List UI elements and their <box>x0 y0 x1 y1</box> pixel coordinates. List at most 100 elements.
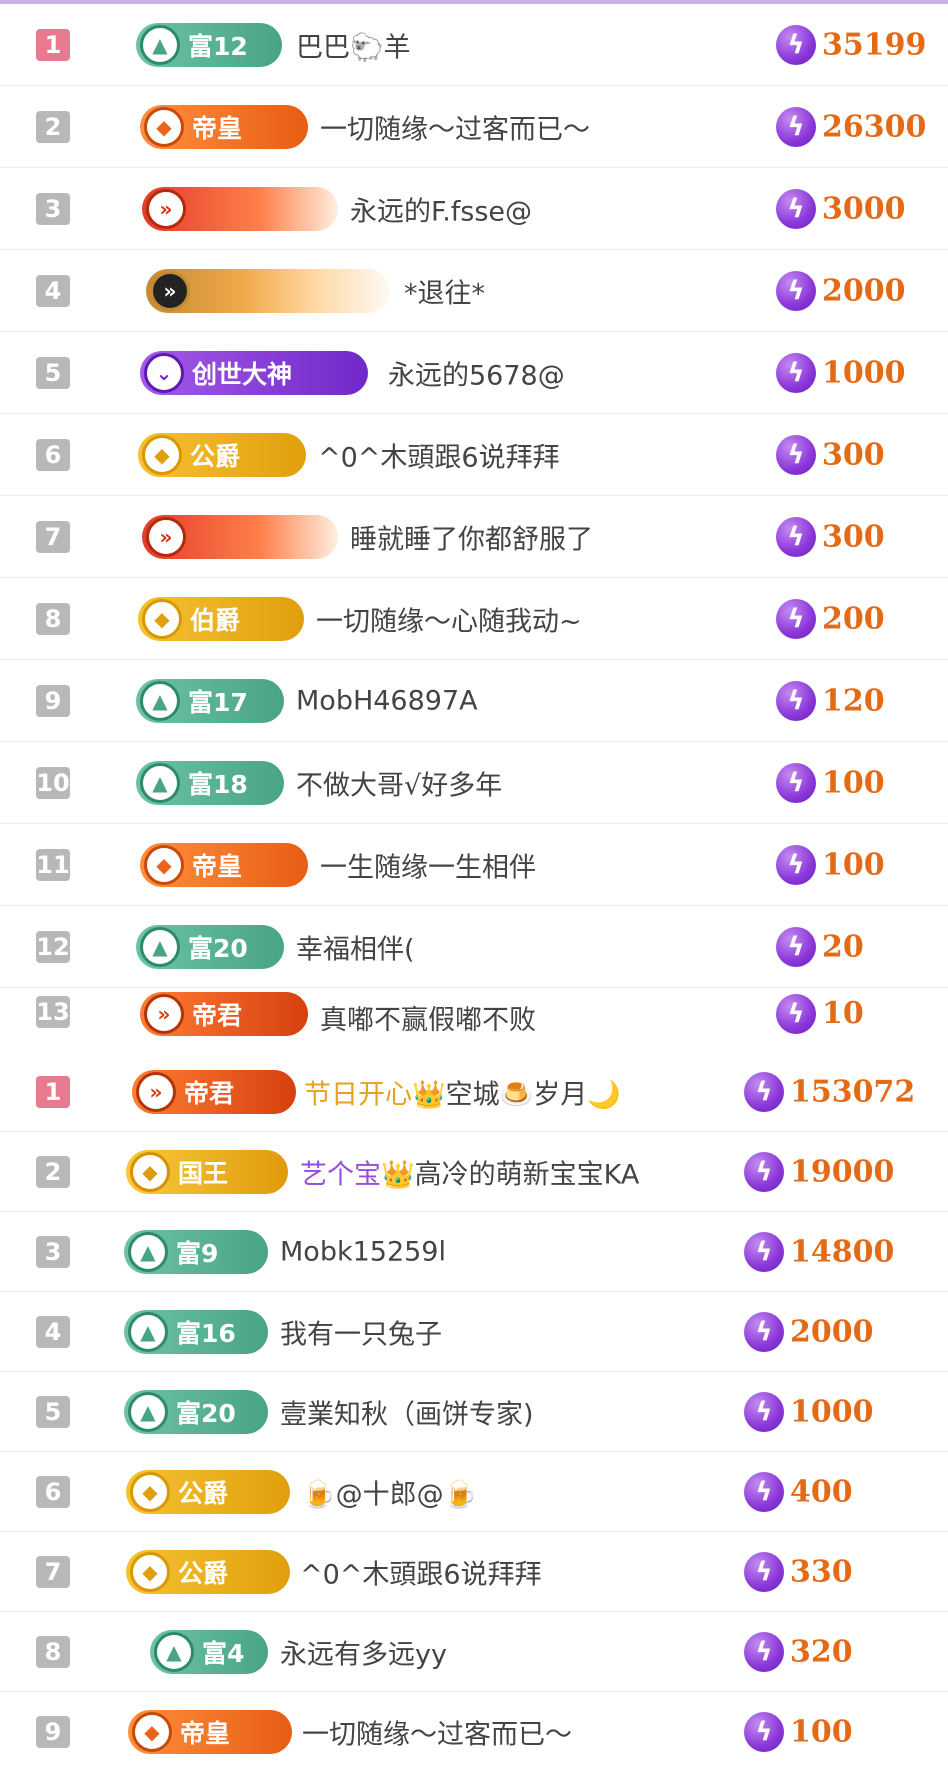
list-item[interactable]: 4 » *退往* ϟ 2000 <box>0 250 948 332</box>
rank-number: 8 <box>36 602 70 635</box>
lightning-coin-icon: ϟ <box>744 1712 784 1752</box>
user-name: Mobk15259l <box>280 1236 446 1267</box>
contribution-value: 1000 <box>822 355 906 390</box>
level-badge: ◆ 帝皇 <box>128 1710 292 1754</box>
list-item[interactable]: 1 ▲ 富12 巴巴🐑羊 ϟ 35199 <box>0 4 948 86</box>
list-item[interactable]: 10 ▲ 富18 不做大哥√好多年 ϟ 100 <box>0 742 948 824</box>
rank-number: 9 <box>36 1716 70 1748</box>
level-badge: ▲ 富20 <box>124 1389 268 1434</box>
list-item[interactable]: 7 ◆ 公爵 ^0^木頭跟6说拜拜 ϟ 330 <box>0 1532 948 1612</box>
chevron-down-icon: ⌄ <box>144 352 184 393</box>
rank-number: 1 <box>36 1075 70 1108</box>
lightning-coin-icon: ϟ <box>776 994 816 1034</box>
user-name: 不做大哥√好多年 <box>296 770 503 801</box>
triangle-level-icon: ▲ <box>128 1231 168 1272</box>
list-item[interactable]: 1 » 帝君 节日开心👑空城🍮岁月🌙 ϟ 153072 <box>0 1052 948 1132</box>
lightning-coin-icon: ϟ <box>776 516 816 557</box>
list-item[interactable]: 7 » 睡就睡了你都舒服了 ϟ 300 <box>0 496 948 578</box>
level-badge: ◆ 国王 <box>126 1149 288 1194</box>
list-item[interactable]: 5 ⌄ 创世大神 永远的5678@ ϟ 1000 <box>0 332 948 414</box>
lightning-coin-icon: ϟ <box>776 352 816 393</box>
lightning-coin-icon: ϟ <box>776 270 816 311</box>
list-item[interactable]: 11 ◆ 帝皇 一生随缘一生相伴 ϟ 100 <box>0 824 948 906</box>
user-name: ^0^木頭跟6说拜拜 <box>318 442 560 473</box>
level-badge: ◆ 帝皇 <box>140 842 308 887</box>
rank-number: 7 <box>36 1555 70 1588</box>
ranking-list-1: 1 ▲ 富12 巴巴🐑羊 ϟ 35199 2 ◆ 帝皇 一切随缘～过客而已～ ϟ 2… <box>0 4 948 1040</box>
user-name: 🍺@十郎@🍺 <box>302 1479 478 1510</box>
list-item[interactable]: 4 ▲ 富16 我有一只兔子 ϟ 2000 <box>0 1292 948 1372</box>
list-item[interactable]: 3 ▲ 富9 Mobk15259l ϟ 14800 <box>0 1212 948 1292</box>
level-badge: ◆ 公爵 <box>138 432 306 477</box>
list-item[interactable]: 6 ◆ 公爵 ^0^木頭跟6说拜拜 ϟ 300 <box>0 414 948 496</box>
triangle-level-icon: ▲ <box>128 1391 168 1432</box>
level-badge: ▲ 富16 <box>124 1309 268 1354</box>
rank-number: 12 <box>36 930 70 963</box>
user-name: 一切随缘～过客而已～ <box>302 1719 572 1751</box>
list-item[interactable]: 3 » 永远的F.fsse@ ϟ 3000 <box>0 168 948 250</box>
contribution-value: 20 <box>822 929 864 964</box>
diamond-emblem-icon: ◆ <box>130 1151 170 1192</box>
contribution-value: 26300 <box>822 109 927 144</box>
list-item[interactable]: 5 ▲ 富20 壹業知秋（画饼专家) ϟ 1000 <box>0 1372 948 1452</box>
list-item[interactable]: 2 ◆ 帝皇 一切随缘～过客而已～ ϟ 26300 <box>0 86 948 168</box>
level-badge: » <box>142 514 338 559</box>
level-badge: ◆ 公爵 <box>126 1549 290 1594</box>
list-item[interactable]: 2 ◆ 国王 艺个宝👑高冷的萌新宝宝KA ϟ 19000 <box>0 1132 948 1212</box>
lightning-coin-icon: ϟ <box>744 1551 784 1592</box>
list-item[interactable]: 13 » 帝君 真嘟不赢假嘟不败 ϟ 10 <box>0 988 948 1040</box>
double-chevron-icon: » <box>146 188 186 229</box>
lightning-coin-icon: ϟ <box>776 598 816 639</box>
rank-number: 9 <box>36 684 70 717</box>
contribution-value: 153072 <box>790 1074 916 1109</box>
rank-number: 10 <box>36 766 70 799</box>
lightning-coin-icon: ϟ <box>744 1311 784 1352</box>
rank-number: 13 <box>36 996 70 1028</box>
level-badge: ◆ 帝皇 <box>140 104 308 149</box>
lightning-coin-icon: ϟ <box>744 1631 784 1672</box>
rank-number: 6 <box>36 1475 70 1508</box>
triangle-level-icon: ▲ <box>140 24 180 65</box>
user-name: 一生随缘一生相伴 <box>320 852 536 883</box>
list-item[interactable]: 6 ◆ 公爵 🍺@十郎@🍺 ϟ 400 <box>0 1452 948 1532</box>
rank-number: 1 <box>36 28 70 61</box>
level-badge: ⌄ 创世大神 <box>140 350 368 395</box>
lightning-coin-icon: ϟ <box>776 106 816 147</box>
ranking-list-2: 1 » 帝君 节日开心👑空城🍮岁月🌙 ϟ 153072 2 ◆ 国王 艺个宝👑高冷的… <box>0 1052 948 1772</box>
list-item[interactable]: 8 ▲ 富4 永远有多远yy ϟ 320 <box>0 1612 948 1692</box>
level-badge: ◆ 公爵 <box>126 1469 290 1514</box>
contribution-value: 1000 <box>790 1394 874 1429</box>
lightning-coin-icon: ϟ <box>744 1071 784 1112</box>
rank-number: 7 <box>36 520 70 553</box>
list-item[interactable]: 8 ◆ 伯爵 一切随缘～心随我动~ ϟ 200 <box>0 578 948 660</box>
contribution-value: 3000 <box>822 191 906 226</box>
list-item[interactable]: 12 ▲ 富20 幸福相伴( ϟ 20 <box>0 906 948 988</box>
contribution-value: 14800 <box>790 1234 895 1269</box>
lightning-coin-icon: ϟ <box>744 1391 784 1432</box>
lightning-coin-icon: ϟ <box>744 1231 784 1272</box>
rank-number: 4 <box>36 1315 70 1348</box>
rank-number: 5 <box>36 1395 70 1428</box>
level-badge: » <box>142 186 338 231</box>
double-chevron-icon: » <box>144 994 184 1034</box>
list-item[interactable]: 9 ▲ 富17 MobH46897A ϟ 120 <box>0 660 948 742</box>
list-item[interactable]: 9 ◆ 帝皇 一切随缘～过客而已～ ϟ 100 <box>0 1692 948 1772</box>
double-chevron-icon: » <box>136 1071 176 1112</box>
lightning-coin-icon: ϟ <box>776 926 816 967</box>
user-name: MobH46897A <box>296 685 478 716</box>
user-name: ^0^木頭跟6说拜拜 <box>300 1559 542 1590</box>
diamond-emblem-icon: ◆ <box>130 1471 170 1512</box>
user-name: 节日开心👑空城🍮岁月🌙 <box>304 1079 621 1110</box>
user-name: 我有一只兔子 <box>280 1319 442 1350</box>
user-name: 艺个宝👑高冷的萌新宝宝KA <box>300 1159 640 1190</box>
contribution-value: 120 <box>822 683 885 718</box>
contribution-value: 100 <box>790 1714 853 1750</box>
triangle-level-icon: ▲ <box>128 1311 168 1352</box>
user-name: *退往* <box>404 278 485 309</box>
double-chevron-icon: » <box>146 516 186 557</box>
contribution-value: 35199 <box>822 27 927 62</box>
user-name: 真嘟不赢假嘟不败 <box>320 1005 536 1036</box>
contribution-value: 2000 <box>790 1314 874 1349</box>
contribution-value: 100 <box>822 765 885 800</box>
diamond-emblem-icon: ◆ <box>144 844 184 885</box>
